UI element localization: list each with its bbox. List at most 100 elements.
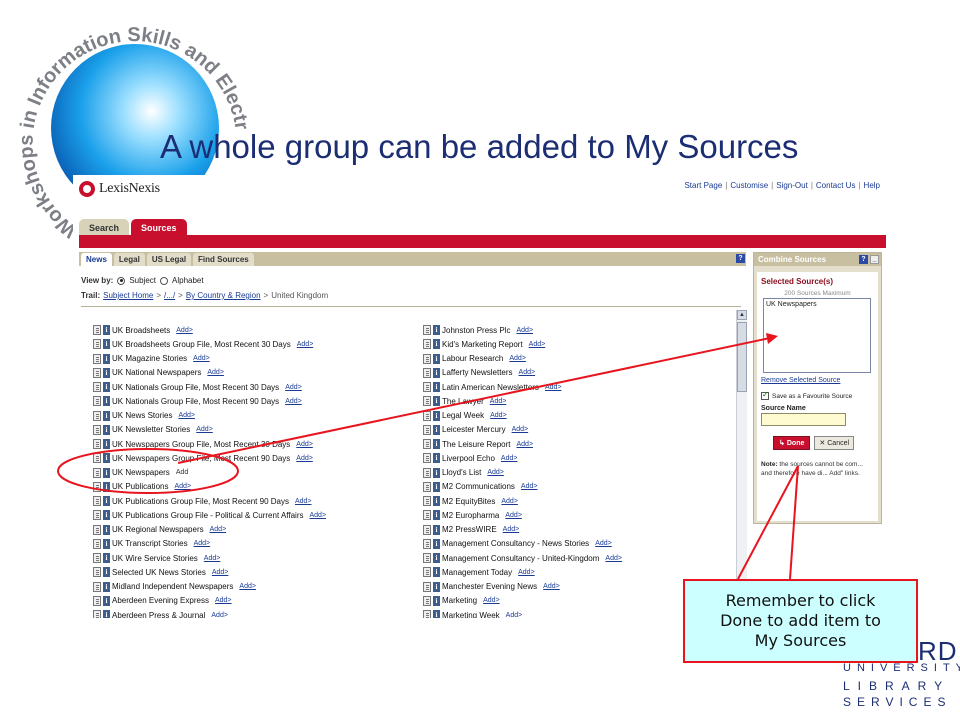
document-icon[interactable] [423, 339, 431, 350]
source-name[interactable]: M2 EquityBites [442, 497, 495, 506]
document-icon[interactable] [93, 325, 101, 336]
info-icon[interactable]: i [433, 396, 440, 407]
add-source-link[interactable]: Add> [595, 540, 612, 547]
source-name[interactable]: UK Magazine Stories [112, 354, 187, 363]
info-icon[interactable]: i [433, 424, 440, 435]
add-source-link[interactable]: Add> [207, 369, 224, 376]
document-icon[interactable] [93, 510, 101, 521]
document-icon[interactable] [423, 453, 431, 464]
source-name[interactable]: Leicester Mercury [442, 425, 506, 434]
info-icon[interactable]: i [433, 538, 440, 549]
info-icon[interactable]: i [103, 367, 110, 378]
source-name[interactable]: Legal Week [442, 411, 484, 420]
document-icon[interactable] [423, 382, 431, 393]
source-name[interactable]: M2 Communications [442, 482, 515, 491]
add-source-link[interactable]: Add> [296, 455, 313, 462]
document-icon[interactable] [423, 553, 431, 564]
info-icon[interactable]: i [433, 439, 440, 450]
document-icon[interactable] [93, 595, 101, 606]
info-icon[interactable]: i [433, 410, 440, 421]
document-icon[interactable] [423, 595, 431, 606]
info-icon[interactable]: i [103, 453, 110, 464]
top-link-contact-us[interactable]: Contact Us [816, 181, 856, 190]
done-button[interactable]: ↳ Done [773, 436, 811, 450]
source-name[interactable]: Midland Independent Newspapers [112, 582, 233, 591]
document-icon[interactable] [423, 610, 431, 618]
document-icon[interactable] [93, 581, 101, 592]
info-icon[interactable]: i [433, 367, 440, 378]
subtab-news[interactable]: News [81, 253, 112, 266]
add-source-link[interactable]: Add> [196, 426, 213, 433]
breadcrumb-by-country[interactable]: By Country & Region [186, 291, 261, 300]
source-name[interactable]: Liverpool Echo [442, 454, 495, 463]
info-icon[interactable]: i [103, 595, 110, 606]
document-icon[interactable] [93, 424, 101, 435]
info-icon[interactable]: i [103, 396, 110, 407]
save-favourite-checkbox[interactable] [761, 390, 769, 400]
info-icon[interactable]: i [103, 424, 110, 435]
document-icon[interactable] [93, 396, 101, 407]
source-name[interactable]: UK Transcript Stories [112, 539, 188, 548]
document-icon[interactable] [423, 567, 431, 578]
info-icon[interactable]: i [433, 524, 440, 535]
document-icon[interactable] [93, 481, 101, 492]
document-icon[interactable] [423, 367, 431, 378]
subtab-find-sources[interactable]: Find Sources [193, 253, 254, 266]
info-icon[interactable]: i [433, 353, 440, 364]
breadcrumb-ellipsis[interactable]: /.../ [164, 291, 175, 300]
source-name[interactable]: M2 PressWIRE [442, 525, 497, 534]
source-name[interactable]: Management Consultancy - News Stories [442, 539, 589, 548]
add-source-link[interactable]: Add> [297, 341, 314, 348]
add-source-link[interactable]: Add> [296, 441, 313, 448]
info-icon[interactable]: i [433, 382, 440, 393]
radio-subject[interactable] [117, 276, 126, 285]
document-icon[interactable] [423, 410, 431, 421]
source-name[interactable]: Labour Research [442, 354, 503, 363]
add-source-link[interactable]: Add> [545, 384, 562, 391]
add-source-link[interactable]: Add> [176, 327, 193, 334]
add-source-link[interactable]: Add> [204, 555, 221, 562]
info-icon[interactable]: i [103, 538, 110, 549]
top-link-help[interactable]: Help [864, 181, 880, 190]
add-source-link[interactable]: Add> [512, 426, 529, 433]
source-name[interactable]: Management Today [442, 568, 512, 577]
help-icon[interactable]: ? [736, 254, 745, 263]
source-name[interactable]: The Leisure Report [442, 440, 510, 449]
document-icon[interactable] [423, 581, 431, 592]
source-name[interactable]: M2 Europharma [442, 511, 499, 520]
source-name[interactable]: UK Newspapers Group File, Most Recent 90… [112, 454, 290, 463]
info-icon[interactable]: i [103, 510, 110, 521]
source-name[interactable]: Lloyd's List [442, 468, 481, 477]
add-source-link[interactable]: Add> [605, 555, 622, 562]
subtab-legal[interactable]: Legal [113, 253, 145, 266]
info-icon[interactable]: i [433, 610, 440, 618]
source-name[interactable]: Johnston Press Plc [442, 326, 510, 335]
info-icon[interactable]: i [103, 439, 110, 450]
add-source-link[interactable]: Add> [211, 612, 228, 618]
info-icon[interactable]: i [103, 524, 110, 535]
info-icon[interactable]: i [103, 567, 110, 578]
document-icon[interactable] [93, 553, 101, 564]
info-icon[interactable]: i [433, 453, 440, 464]
document-icon[interactable] [93, 538, 101, 549]
add-source-link[interactable]: Add> [295, 498, 312, 505]
document-icon[interactable] [423, 424, 431, 435]
add-source-link[interactable]: Add> [501, 498, 518, 505]
radio-alphabet[interactable] [160, 276, 168, 285]
document-icon[interactable] [93, 610, 101, 618]
add-source-link[interactable]: Add> [174, 483, 191, 490]
source-name[interactable]: UK News Stories [112, 411, 172, 420]
source-name[interactable]: UK Nationals Group File, Most Recent 90 … [112, 397, 279, 406]
info-icon[interactable]: i [433, 510, 440, 521]
top-link-start-page[interactable]: Start Page [684, 181, 722, 190]
source-name[interactable]: UK Newsletter Stories [112, 425, 190, 434]
remove-selected-source-link[interactable]: Remove Selected Source [761, 377, 874, 384]
info-icon[interactable]: i [103, 382, 110, 393]
info-icon[interactable]: i [433, 581, 440, 592]
source-name[interactable]: UK Publications Group File, Most Recent … [112, 497, 289, 506]
add-source-link[interactable]: Add> [490, 398, 507, 405]
add-source-link[interactable]: Add> [483, 597, 500, 604]
top-link-sign-out[interactable]: Sign-Out [776, 181, 808, 190]
add-source-link[interactable]: Add> [212, 569, 229, 576]
info-icon[interactable]: i [103, 581, 110, 592]
